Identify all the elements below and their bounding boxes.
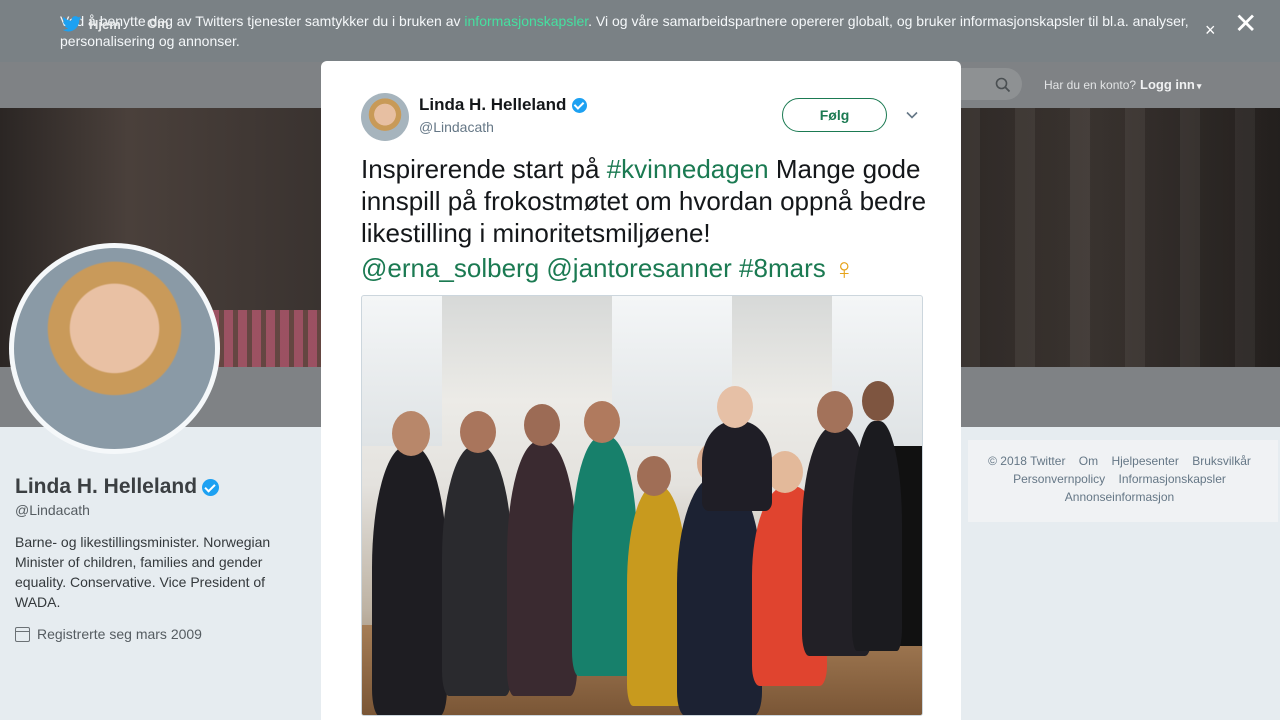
photo-face [524, 404, 560, 446]
hashtag-link[interactable]: #8mars [739, 253, 826, 283]
tweet-modal: Linda H. Helleland @Lindacath Følg Inspi… [321, 61, 961, 720]
cookie-close-icon[interactable]: × [1205, 20, 1216, 40]
photo-face [717, 386, 753, 428]
footer-copyright: © 2018 Twitter [988, 454, 1066, 468]
photo-face [767, 451, 803, 493]
photo-person [702, 421, 772, 511]
cover-photo-detail [960, 108, 1280, 367]
footer-about-link[interactable]: Om [1079, 454, 1098, 468]
login-button[interactable]: Logg inn ▾ [1140, 77, 1201, 92]
nav-home-label: Hjem [89, 16, 121, 32]
photo-person [677, 476, 762, 715]
footer-ads-link[interactable]: Annonseinformasjon [1065, 490, 1174, 504]
tweet-mentions-line: @erna_solberg @jantoresanner #8mars ♀ [361, 252, 927, 285]
login-label: Logg inn [1140, 77, 1195, 92]
footer-terms-link[interactable]: Bruksvilkår [1192, 454, 1251, 468]
profile-joined: Registrerte seg mars 2009 [15, 626, 202, 642]
mention-link[interactable]: @jantoresanner [546, 253, 731, 283]
photo-people-group [372, 366, 902, 715]
profile-name-text: Linda H. Helleland [15, 475, 198, 498]
photo-person [852, 421, 902, 651]
photo-person [372, 446, 447, 715]
footer-privacy-link[interactable]: Personvernpolicy [1013, 472, 1105, 486]
photo-face [460, 411, 496, 453]
mention-link[interactable]: @erna_solberg [361, 253, 539, 283]
profile-avatar-image [14, 248, 215, 449]
tweet-author-name-text: Linda H. Helleland [419, 95, 567, 114]
footer-links: © 2018 Twitter Om Hjelpesenter Bruksvilk… [968, 452, 1271, 506]
cover-photo-choir [210, 310, 321, 367]
tweet-text: Inspirerende start på #kvinnedagen Mange… [361, 153, 927, 285]
tweet-text-part: Inspirerende start på [361, 154, 607, 184]
photo-face [862, 381, 894, 421]
cookie-banner: Ved å benytte deg av Twitters tjenester … [0, 0, 1280, 62]
photo-person [507, 441, 577, 696]
modal-close-icon[interactable]: ✕ [1234, 10, 1257, 38]
photo-face [637, 456, 671, 496]
nav-about[interactable]: Om [147, 16, 169, 31]
photo-person [442, 446, 512, 696]
profile-avatar[interactable] [9, 243, 220, 454]
photo-face [584, 401, 620, 443]
photo-face [817, 391, 853, 433]
cookie-banner-text: Ved å benytte deg av Twitters tjenester … [60, 11, 1195, 51]
nav-home[interactable]: Hjem [62, 16, 121, 32]
tweet-author-avatar[interactable] [361, 93, 409, 141]
profile-handle[interactable]: @Lindacath [15, 502, 90, 518]
verified-icon [202, 478, 220, 496]
photo-face [392, 411, 430, 456]
tweet-author-handle[interactable]: @Lindacath [419, 119, 494, 135]
twitter-bird-icon [62, 16, 82, 32]
follow-button[interactable]: Følg [782, 98, 887, 132]
footer-cookies-link[interactable]: Informasjonskapsler [1119, 472, 1226, 486]
account-question: Har du en konto? [1044, 78, 1137, 92]
profile-bio: Barne- og likestillingsminister. Norwegi… [15, 534, 271, 610]
tweet-author-name[interactable]: Linda H. Helleland [419, 95, 588, 115]
footer-help-link[interactable]: Hjelpesenter [1111, 454, 1178, 468]
cookie-info-link[interactable]: informasjonskapsler [464, 13, 588, 29]
search-icon[interactable] [995, 77, 1011, 93]
calendar-icon [15, 626, 30, 642]
verified-icon [572, 97, 588, 113]
tweet-photo[interactable] [361, 295, 923, 716]
female-sign-emoji: ♀ [832, 253, 856, 286]
profile-joined-text: Registrerte seg mars 2009 [37, 626, 202, 642]
chevron-down-icon: ▾ [1196, 81, 1202, 91]
hashtag-link[interactable]: #kvinnedagen [607, 154, 769, 184]
chevron-down-icon[interactable] [906, 109, 918, 121]
profile-name[interactable]: Linda H. Helleland [15, 475, 220, 499]
